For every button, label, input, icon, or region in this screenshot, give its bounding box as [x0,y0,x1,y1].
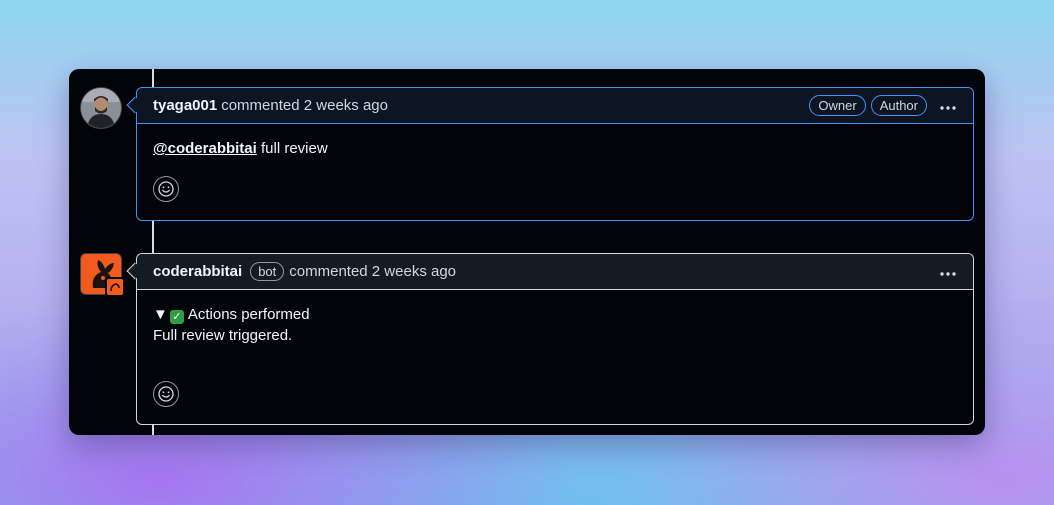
bot-status-icon [105,277,125,297]
summary-label: Actions performed [187,306,310,323]
comment-header: tyaga001 commented 2 weeks ago Owner Aut… [137,88,973,124]
author-badge: Author [870,95,927,116]
comment-author[interactable]: coderabbitai [153,263,242,280]
disclosure-triangle-icon: ▼ [153,306,168,323]
comment-body: ▼ ✓ Actions performed Full review triggere… [137,290,973,360]
comment-body: @coderabbitai full review [137,124,973,173]
mention-link[interactable]: @coderabbitai [153,140,257,157]
comment-text: Full review triggered. [153,327,293,344]
comment-header: coderabbitai bot commented 2 weeks ago [137,254,973,290]
actions-summary-toggle[interactable]: ▼ ✓ Actions performed [153,304,957,325]
comment-coderabbitai: coderabbitai bot commented 2 weeks ago ▼… [126,253,974,425]
add-reaction-button[interactable] [153,176,179,202]
check-mark-icon: ✓ [169,310,184,324]
user-avatar-icon [81,88,121,128]
comment-tyaga001: tyaga001 commented 2 weeks ago Owner Aut… [126,87,974,221]
kebab-horizontal-icon[interactable] [939,266,957,277]
add-reaction-button[interactable] [153,381,179,407]
smiley-icon [158,386,174,402]
avatar-tyaga001[interactable] [80,87,122,129]
comment-timestamp[interactable]: commented 2 weeks ago [289,263,456,280]
bot-badge: bot [250,262,285,281]
comment-author[interactable]: tyaga001 [153,97,217,114]
pr-timeline-window: tyaga001 commented 2 weeks ago Owner Aut… [69,69,985,435]
kebab-horizontal-icon[interactable] [939,100,957,111]
comment-text: full review [261,140,328,157]
owner-badge: Owner [809,95,866,116]
smiley-icon [158,181,174,197]
comment-timestamp[interactable]: commented 2 weeks ago [221,97,388,114]
